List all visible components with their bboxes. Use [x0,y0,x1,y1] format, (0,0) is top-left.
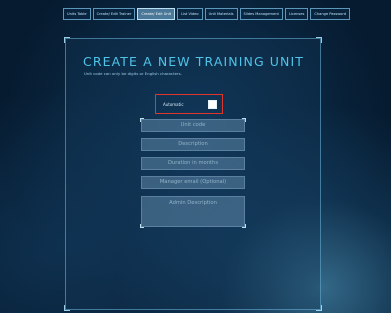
description-input[interactable]: Description [141,138,245,151]
manager-email-placeholder: Manager email (Optional) [159,179,227,185]
page-title: CREATE A NEW TRAINING UNIT [83,54,305,69]
tab-unit-materials[interactable]: Unit Materials [204,8,238,20]
tab-units-table[interactable]: Units Table [63,8,91,20]
automatic-label: Automatic [163,102,184,107]
field-corner-decoration [140,224,144,228]
tab-create-edit-trainer[interactable]: Create/ Edit Trainer [92,8,136,20]
panel-corner-decoration [316,305,322,311]
tab-change-password[interactable]: Change Password [310,8,351,20]
panel-corner-decoration [64,305,70,311]
tab-create-edit-unit[interactable]: Create/ Edit Unit [137,8,176,20]
unit-code-placeholder: Unit code [180,122,206,128]
duration-placeholder: Duration in months [167,160,219,166]
tab-licenses[interactable]: Licenses [284,8,309,20]
field-corner-decoration [242,224,246,228]
tab-list-video[interactable]: List Video [177,8,203,20]
duration-input[interactable]: Duration in months [141,157,245,170]
top-nav: Units Table Create/ Edit Trainer Create/… [63,8,351,20]
admin-description-placeholder: Admin Description [169,200,217,206]
automatic-option-highlight: Automatic [155,94,223,114]
panel-corner-decoration [64,37,70,43]
admin-description-textarea[interactable]: Admin Description [140,196,246,228]
unit-code-hint: Unit code can only be digits or English … [84,71,182,76]
field-corner-decoration [242,118,246,122]
tab-slides-management[interactable]: Slides Management [239,8,283,20]
description-placeholder: Description [178,141,208,147]
field-corner-decoration [140,118,144,122]
automatic-checkbox[interactable] [208,100,217,109]
unit-code-input[interactable]: Unit code [140,118,246,132]
panel-corner-decoration [316,37,322,43]
manager-email-input[interactable]: Manager email (Optional) [141,176,245,189]
create-unit-panel: CREATE A NEW TRAINING UNIT Unit code can… [64,37,322,311]
